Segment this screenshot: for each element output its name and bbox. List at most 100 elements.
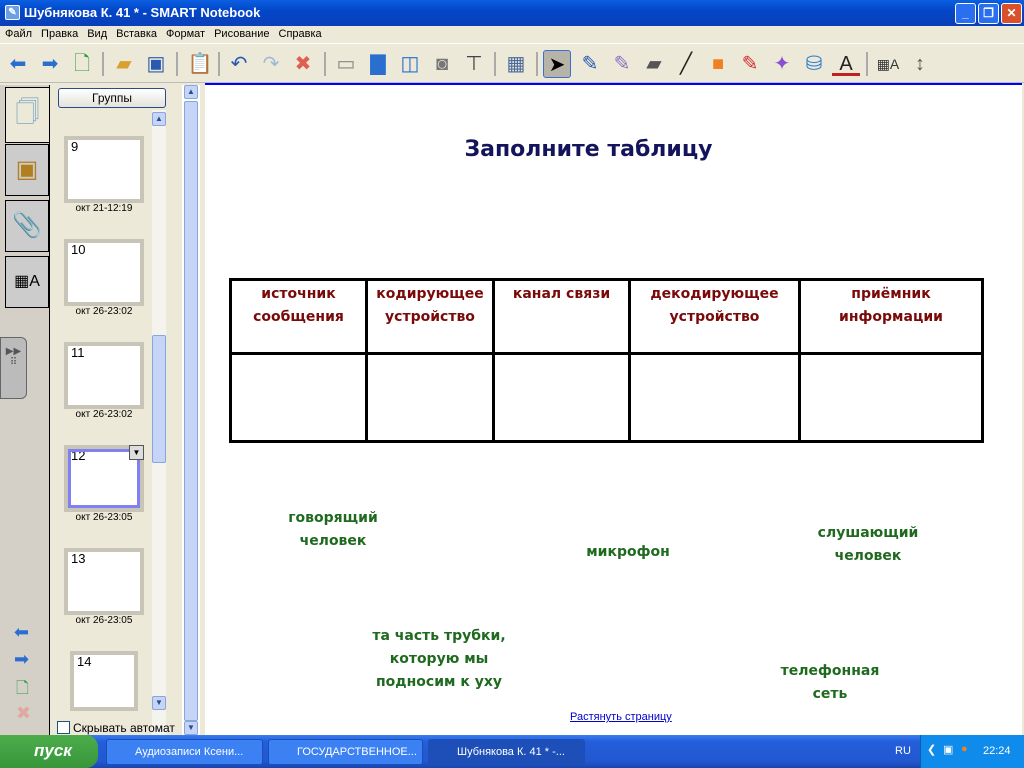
properties-tab[interactable]: ▦A [5, 256, 49, 308]
properties-icon: ▦A [14, 273, 40, 290]
page-thumbnail[interactable]: 14 [70, 651, 138, 711]
taskbar-item-notebook[interactable]: Шубнякова К. 41 * -... [428, 739, 585, 765]
add-page-icon[interactable]: 🗋 [68, 50, 96, 78]
document-camera-icon[interactable]: ⊤ [460, 50, 488, 78]
table-cell[interactable] [229, 352, 368, 443]
menu-draw[interactable]: Рисование [209, 26, 273, 40]
table-cell[interactable] [492, 352, 631, 443]
page-number: 10 [71, 242, 86, 257]
page-thumbnail[interactable]: 11 [64, 342, 144, 409]
page-number: 14 [77, 654, 92, 669]
magic-pen-icon[interactable]: ✦ [768, 50, 796, 78]
table-icon[interactable]: ▦ [502, 50, 530, 78]
scroll-up-icon[interactable]: ▲ [184, 85, 198, 99]
scroll-up-icon[interactable]: ▲ [152, 112, 166, 126]
menu-edit[interactable]: Правка [36, 26, 82, 40]
menu-insert[interactable]: Вставка [111, 26, 161, 40]
clock[interactable]: 22:24 [983, 745, 1011, 757]
whiteboard-canvas[interactable]: Заполните таблицу источник сообщения коди… [205, 83, 1022, 735]
taskbar-item-word[interactable]: ГОСУДАРСТВЕННОЕ... [268, 739, 423, 765]
language-indicator[interactable]: RU [895, 745, 911, 757]
side-tabs: 🗍 ▣ 📎 ▦A ▶▶ ⠿ ⬅ ➡ 🗋 ✖ [0, 85, 50, 735]
gallery-tab[interactable]: ▣ [5, 144, 49, 196]
table-cell[interactable] [798, 352, 984, 443]
taskbar: пуск Аудиозаписи Ксени... ГОСУДАРСТВЕННО… [0, 735, 1024, 768]
autohide-label: Скрывать автомат [73, 721, 175, 735]
next-page-icon[interactable]: ➡ [14, 649, 29, 670]
scroll-down-icon[interactable]: ▼ [152, 696, 166, 710]
maximize-button[interactable]: ❐ [978, 3, 999, 24]
scroll-down-icon[interactable]: ▼ [184, 721, 198, 735]
previous-page-icon[interactable]: ⬅ [14, 622, 29, 643]
label-telephone-network[interactable]: телефонная сеть [765, 660, 895, 706]
shapes-icon[interactable]: ■ [704, 50, 732, 78]
page-thumbnail-selected[interactable]: 12 ▼ [64, 445, 144, 512]
table-cell[interactable] [628, 352, 801, 443]
header-receiver: приёмник информации [798, 278, 984, 355]
properties-icon[interactable]: ▦A [874, 50, 902, 78]
open-file-icon[interactable]: ▰ [110, 50, 138, 78]
undo-icon[interactable]: ↶ [225, 50, 253, 78]
paperclip-icon: 📎 [12, 212, 42, 239]
scroll-thumb[interactable] [184, 101, 198, 721]
label-speaking-person[interactable]: говорящий человек [273, 507, 393, 553]
redo-icon[interactable]: ↷ [257, 50, 285, 78]
creative-pen-icon[interactable]: ✎ [608, 50, 636, 78]
pen-icon[interactable]: ✎ [576, 50, 604, 78]
page-number: 12 [71, 448, 86, 463]
autohide-checkbox[interactable] [57, 721, 70, 734]
groups-button[interactable]: Группы [58, 88, 166, 108]
save-icon[interactable]: ▣ [142, 50, 170, 78]
stretch-page-link[interactable]: Растянуть страницу [570, 711, 672, 723]
table-cell[interactable] [365, 352, 495, 443]
fill-icon[interactable]: ⛁ [800, 50, 828, 78]
close-button[interactable]: ✕ [1001, 3, 1022, 24]
page-date: окт 26-23:05 [75, 512, 133, 523]
forward-arrow-icon[interactable]: ➡ [36, 50, 64, 78]
back-arrow-icon[interactable]: ⬅ [4, 50, 32, 78]
network-icon[interactable]: ▣ [943, 743, 953, 756]
canvas-scrollbar[interactable]: ▲ ▼ [182, 85, 200, 735]
scroll-thumb[interactable] [152, 335, 166, 463]
attachments-tab[interactable]: 📎 [5, 200, 49, 252]
shape-recognition-pen-icon[interactable]: ✎ [736, 50, 764, 78]
line-icon[interactable]: ╱ [672, 50, 700, 78]
delete-page-icon[interactable]: ✖ [16, 703, 31, 724]
add-page-icon[interactable]: 🗋 [16, 677, 29, 704]
page-thumbnail[interactable]: 9 [64, 136, 144, 203]
page-thumbnail[interactable]: 13 [64, 548, 144, 615]
label-listening-person[interactable]: слушающий человек [803, 522, 933, 568]
pages-icon: 🗍 [15, 99, 40, 126]
taskbar-item-browser[interactable]: Аудиозаписи Ксени... [106, 739, 263, 765]
page-thumbnail[interactable]: 10 [64, 239, 144, 306]
menu-format[interactable]: Формат [161, 26, 209, 40]
page-date: окт 26-23:02 [75, 306, 133, 317]
dual-page-icon[interactable]: ◫ [396, 50, 424, 78]
label-earpiece[interactable]: та часть трубки, которую мы подносим к уху [354, 625, 524, 694]
sorter-scrollbar[interactable]: ▲ ▼ [152, 110, 166, 740]
toolbar-move-icon[interactable]: ↕ [906, 50, 934, 78]
screen-capture-icon[interactable]: ◙ [428, 50, 456, 78]
page-menu-dropdown-icon[interactable]: ▼ [129, 445, 144, 460]
header-decoder: декодирующее устройство [628, 278, 801, 355]
system-tray: ❮ ▣ ● 22:24 [920, 735, 1024, 768]
text-icon[interactable]: A [832, 50, 860, 76]
answer-table: источник сообщения кодирующее устройство к… [229, 278, 984, 443]
full-screen-icon[interactable]: ▇ [364, 50, 392, 78]
label-microphone[interactable]: микрофон [568, 541, 688, 564]
menu-view[interactable]: Вид [82, 26, 111, 40]
app-tray-icon[interactable]: ● [961, 743, 968, 755]
start-button[interactable]: пуск [0, 735, 98, 768]
delete-icon[interactable]: ✖ [289, 50, 317, 78]
sidebar-toggle-handle[interactable]: ▶▶ ⠿ [0, 337, 27, 399]
minimize-button[interactable]: _ [955, 3, 976, 24]
paste-icon[interactable]: 📋 [186, 50, 214, 78]
screen-shade-icon[interactable]: ▭ [332, 50, 360, 78]
page-number: 13 [71, 551, 86, 566]
menu-help[interactable]: Справка [274, 26, 326, 40]
select-icon[interactable]: ➤ [543, 50, 571, 78]
eraser-icon[interactable]: ▰ [640, 50, 668, 78]
menu-file[interactable]: Файл [0, 26, 36, 40]
page-sorter-tab[interactable]: 🗍 [5, 87, 49, 143]
tray-expand-icon[interactable]: ❮ [927, 743, 936, 756]
